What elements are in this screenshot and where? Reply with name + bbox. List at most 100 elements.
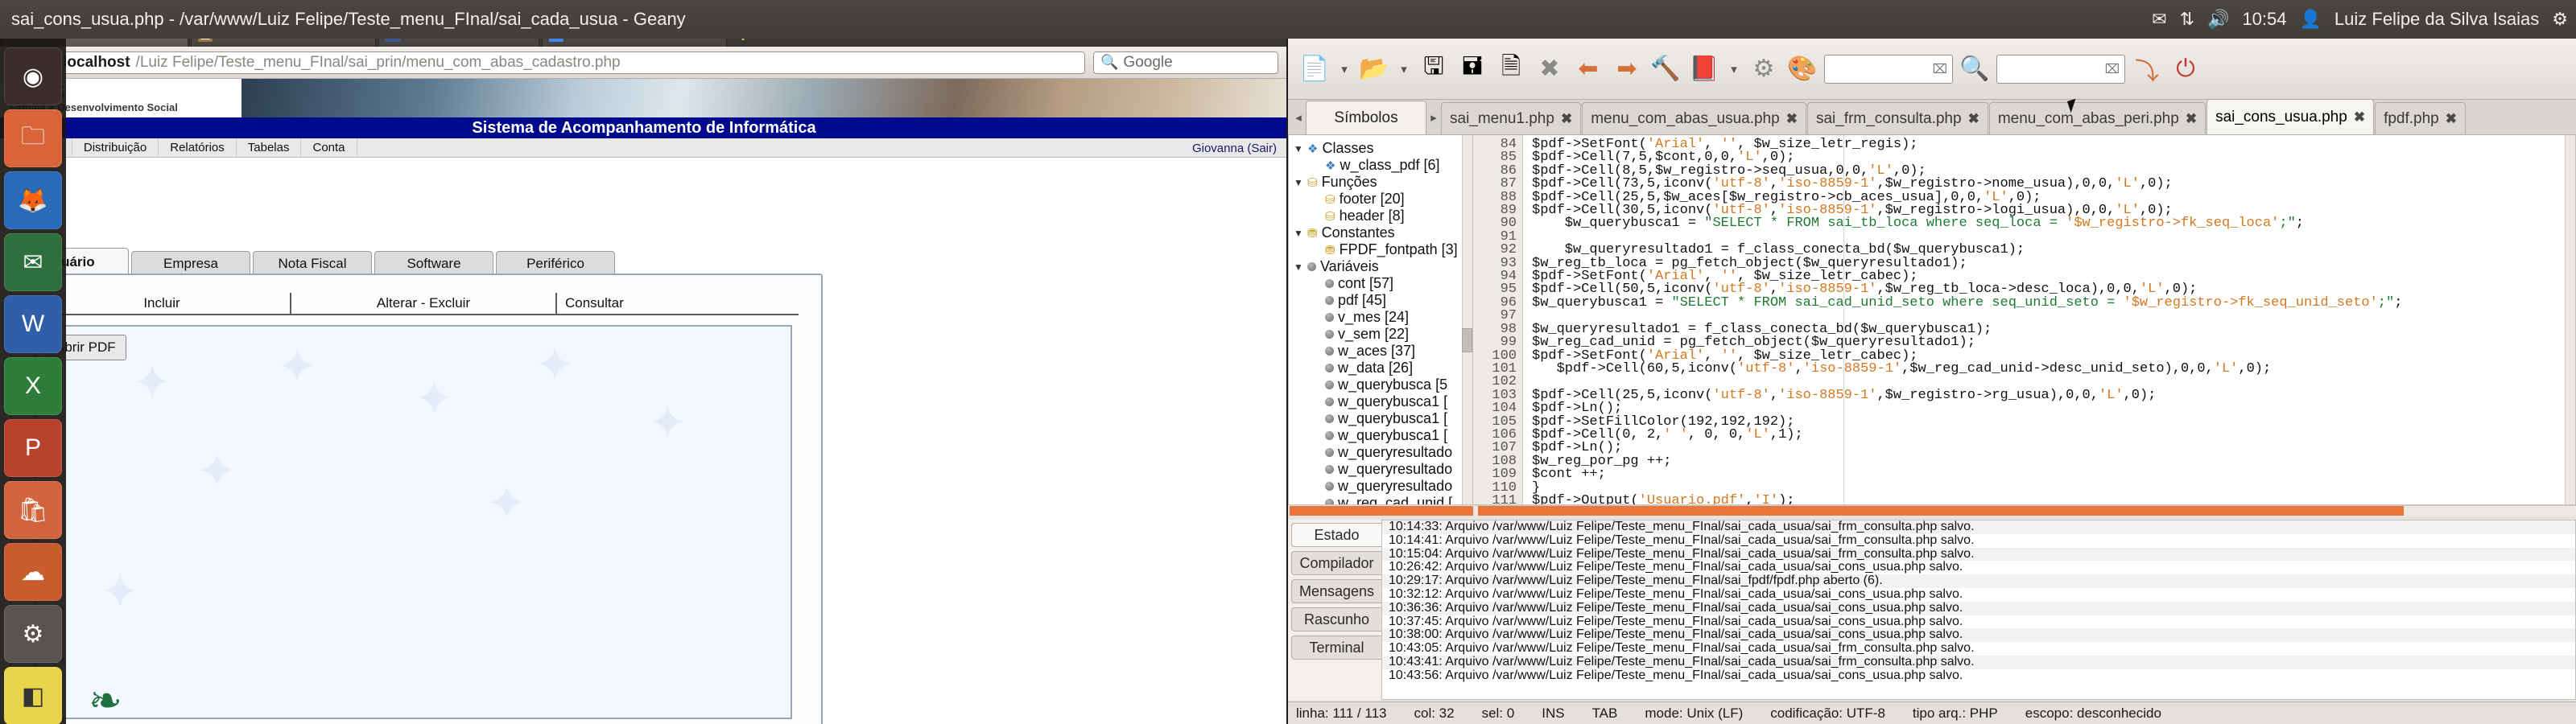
search-icon[interactable]: 🔍 [1958,50,1992,88]
file-tab-menu-com-abas-peri[interactable]: menu_com_abas_peri.php ✖ [1988,102,2207,134]
launcher-item-ubuntu-software-icon[interactable]: 🛍 [4,481,62,539]
menu-item-tabelas[interactable]: Tabelas [237,138,302,157]
file-tab-close-icon[interactable]: ✖ [2354,109,2365,125]
symbol-tree-item[interactable]: ⛃ FPDF_fontpath [3] [1294,241,1472,258]
messages-log-list[interactable]: 10:14:33: Arquivo /var/www/Luiz Felipe/T… [1381,520,2576,700]
build-dropdown-icon[interactable]: ▾ [1726,50,1742,88]
search-input[interactable]: Google [1123,54,1172,72]
code-line[interactable]: $pdf->Ln(); [1532,441,2564,455]
sidebar-tab-simbolos[interactable]: Símbolos [1306,101,1426,134]
symbols-tree[interactable]: ▼ ❖ Classes ❖ w_class_pdf [6] ▼ ⛁ Funções ⛁ foote… [1289,135,1472,504]
file-tab-close-icon[interactable]: ✖ [2446,111,2457,127]
message-row[interactable]: 10:37:45: Arquivo /var/www/Luiz Felipe/T… [1382,615,2575,629]
subtab-alterar-excluir[interactable]: Alterar - Excluir [291,293,557,315]
back-icon[interactable]: ⬅ [1571,50,1605,88]
file-tab-menu-com-abas-usua[interactable]: menu_com_abas_usua.php ✖ [1582,102,1806,134]
symbol-tree-item[interactable]: v_sem [22] [1294,326,1472,343]
address-bar[interactable]: localhost/Luiz Felipe/Teste_menu_FInal/s… [36,51,1085,74]
sidebar-scrollbar-thumb[interactable] [1462,328,1472,352]
code-line[interactable]: $cont ++; [1532,467,2564,481]
launcher-item-libreoffice-calc-icon[interactable]: X [4,357,62,415]
symbol-tree-item[interactable]: v_mes [24] [1294,309,1472,326]
revert-icon[interactable]: 🗎 [1494,50,1528,88]
new-file-icon[interactable]: 📄 [1298,50,1331,88]
mail-icon[interactable]: ✉ [2152,10,2166,28]
code-line[interactable]: $pdf->Cell(0, 2,' ', 0, 0,'L',1); [1532,428,2564,442]
menu-item-conta[interactable]: Conta [301,138,357,157]
messages-tab-estado[interactable]: Estado [1291,523,1381,547]
editor-horizontal-scrollbar-thumb[interactable] [1478,506,2404,516]
sidebar-horizontal-scrollbar-thumb[interactable] [1290,506,1473,516]
logged-user-label[interactable]: Giovanna (Sair) [1192,142,1277,155]
symbol-tree-item[interactable]: w_querybusca [5 [1294,376,1472,393]
symbol-tree-item[interactable]: w_data [26] [1294,360,1472,376]
message-row[interactable]: 10:26:42: Arquivo /var/www/Luiz Felipe/T… [1382,561,2575,574]
symbol-tree-item[interactable]: ▼ ⛃ Constantes [1294,224,1472,241]
symbol-tree-item[interactable]: cont [57] [1294,275,1472,292]
goto-clear-icon[interactable]: ⌧ [2105,61,2120,77]
code-editor[interactable]: 84 85 86 87 88 89 90 91 92 93 94 95 96 97 98 99 100 101 10… [1473,135,2576,505]
color-chooser-icon[interactable]: 🎨 [1785,50,1819,88]
search-input[interactable]: ⌧ [1824,54,1953,84]
message-row[interactable]: 10:14:33: Arquivo /var/www/Luiz Felipe/T… [1382,520,2575,534]
launcher-item-libreoffice-impress-icon[interactable]: P [4,419,62,477]
symbol-tree-item[interactable]: w_aces [37] [1294,343,1472,360]
save-icon[interactable]: 🖫 [1417,50,1451,88]
subtab-consultar[interactable]: Consultar [557,293,799,315]
launcher-item-system-settings-icon[interactable]: ⚙ [4,605,62,663]
symbol-tree-item[interactable]: ⛁ footer [20] [1294,191,1472,208]
code-line[interactable]: $w_reg_por_pg ++; [1532,455,2564,468]
symbol-tree-item[interactable]: w_querybusca1 [ [1294,427,1472,444]
build-icon[interactable]: 📕 [1687,50,1721,88]
symbol-tree-item[interactable]: ⛁ header [8] [1294,208,1472,224]
volume-icon[interactable]: 🔊 [2207,10,2229,28]
run-gear-icon[interactable]: ⚙ [1747,50,1781,88]
message-row[interactable]: 10:43:05: Arquivo /var/www/Luiz Felipe/T… [1382,641,2575,656]
code-line[interactable]: $pdf->Cell(60,5,iconv('utf-8','iso-8859-… [1532,362,2564,376]
file-tab-close-icon[interactable]: ✖ [2186,111,2197,127]
file-tab-sai-frm-consulta[interactable]: sai_frm_consulta.php ✖ [1806,102,1988,134]
subtab-incluir[interactable]: Incluir [34,293,291,315]
open-file-dropdown-icon[interactable]: ▾ [1396,50,1412,88]
symbols-next-arrow-icon[interactable]: ▸ [1426,101,1441,134]
goto-line-input[interactable]: ⌧ [1996,54,2125,84]
expander-icon[interactable]: ▼ [1294,228,1303,239]
source-code-text[interactable]: $pdf->SetFont('Arial', '', $w_size_letr_… [1524,135,2564,504]
menu-item-relatorios[interactable]: Relatórios [159,138,237,157]
launcher-item-libreoffice-writer-icon[interactable]: W [4,295,62,353]
launcher-item-thunderbird-icon[interactable]: ✉ [4,233,62,291]
code-line[interactable]: $pdf->Output('Usuario.pdf','I'); [1532,494,2564,504]
symbol-tree-item[interactable]: ▼ Variáveis [1294,258,1472,275]
launcher-item-files-icon[interactable]: 🗀 [4,109,62,167]
symbol-tree-item[interactable]: ▼ ❖ Classes [1294,140,1472,157]
message-row[interactable]: 10:14:41: Arquivo /var/www/Luiz Felipe/T… [1382,533,2575,548]
message-row[interactable]: 10:43:41: Arquivo /var/www/Luiz Felipe/T… [1382,655,2575,669]
goto-line-icon[interactable]: ⤵ [2130,50,2164,88]
code-line[interactable]: $w_querybusca1 = "SELECT * FROM sai_tb_l… [1532,216,2564,230]
code-line[interactable]: $w_querybusca1 = "SELECT * FROM sai_cad_… [1532,296,2564,310]
network-icon[interactable]: ⇅ [2180,10,2194,28]
close-file-icon[interactable]: ✖ [1533,50,1567,88]
quit-icon[interactable]: ⏻ [2169,50,2202,88]
expander-icon[interactable]: ▼ [1294,177,1303,188]
file-tab-sai-menu1[interactable]: sai_menu1.php ✖ [1441,102,1582,134]
launcher-item-ubuntu-one-icon[interactable]: ☁ [4,543,62,601]
file-tab-fpdf[interactable]: fpdf.php ✖ [2375,102,2466,134]
messages-tab-compilador[interactable]: Compilador [1291,551,1381,575]
file-tab-sai-cons-usua[interactable]: sai_cons_usua.php ✖ [2207,99,2375,134]
symbol-tree-item[interactable]: w_querybusca1 [ [1294,410,1472,427]
file-tab-close-icon[interactable]: ✖ [1786,111,1798,127]
message-row[interactable]: 10:43:56: Arquivo /var/www/Luiz Felipe/T… [1382,668,2575,683]
messages-tab-mensagens[interactable]: Mensagens [1291,579,1381,603]
messages-tab-rascunho[interactable]: Rascunho [1291,607,1381,631]
symbol-tree-item[interactable]: w_queryresultado [1294,461,1472,478]
clock[interactable]: 10:54 [2242,9,2286,30]
message-row[interactable]: 10:38:00: Arquivo /var/www/Luiz Felipe/T… [1382,628,2575,643]
tab-periferico[interactable]: Periférico [496,251,615,275]
symbol-tree-item[interactable]: ▼ ⛁ Funções [1294,174,1472,191]
compile-icon[interactable]: 🔨 [1649,50,1682,88]
code-line[interactable]: $pdf->Cell(25,5,iconv('utf-8','iso-8859-… [1532,389,2564,402]
launcher-item-geany-icon[interactable]: ◧ [4,667,62,724]
expander-icon[interactable]: ▼ [1294,261,1303,273]
editor-vertical-scrollbar[interactable] [2565,135,2575,504]
